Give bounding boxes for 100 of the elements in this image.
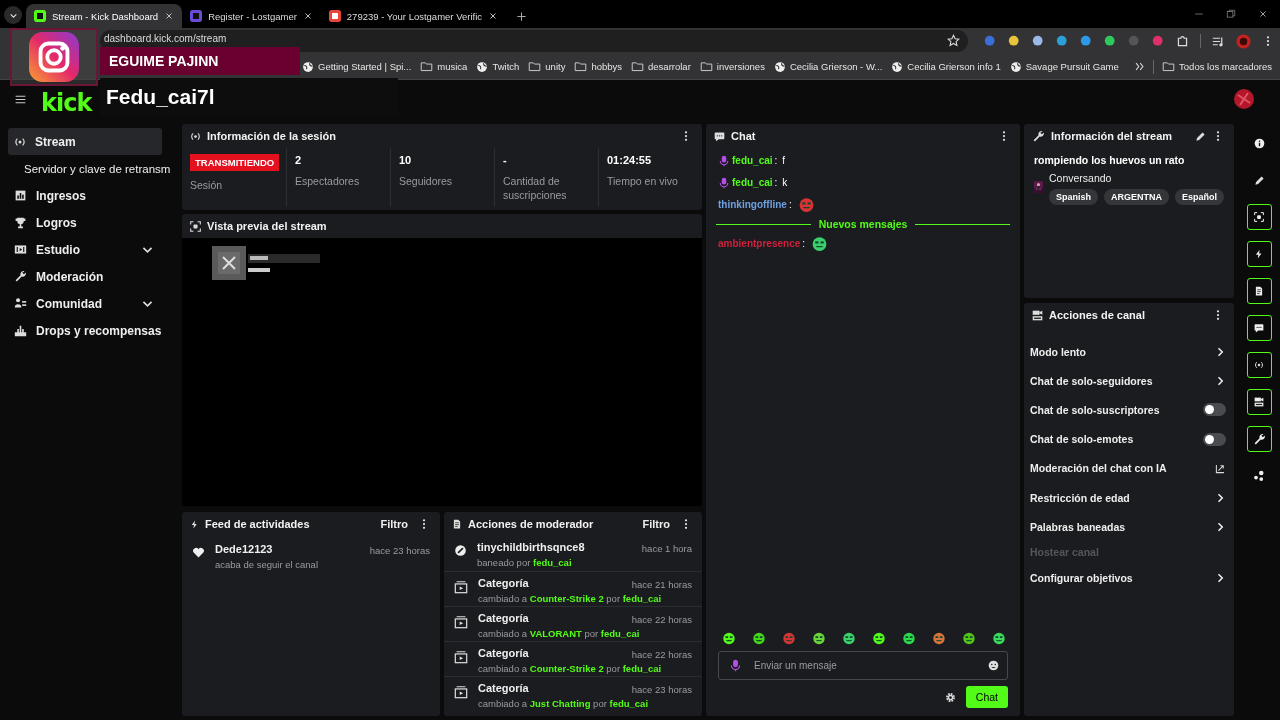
bookmark[interactable]: desarrolar bbox=[631, 60, 691, 73]
category-name[interactable]: Conversando bbox=[1048, 172, 1224, 184]
sidebar-item[interactable]: Stream bbox=[8, 128, 162, 155]
media-icon[interactable] bbox=[1212, 34, 1225, 48]
browser-tab[interactable]: Register - Lostgamer bbox=[182, 4, 321, 28]
sidebar-item[interactable]: Servidor y clave de retransm bbox=[8, 155, 178, 182]
bookmark[interactable]: Todos los marcadores bbox=[1162, 60, 1272, 73]
extension-icon[interactable] bbox=[1032, 34, 1045, 48]
sidebar-item[interactable]: Logros bbox=[8, 209, 162, 236]
emote-icon[interactable] bbox=[842, 631, 856, 645]
panel-title: Chat bbox=[731, 130, 756, 142]
pencil-icon[interactable] bbox=[1253, 174, 1265, 186]
emote-icon[interactable] bbox=[722, 631, 736, 645]
camera-logo-icon bbox=[29, 32, 79, 82]
bookmark[interactable]: Cecilia Grierson info 1 bbox=[891, 60, 1001, 73]
trophy-icon bbox=[14, 216, 27, 229]
bookmark[interactable]: Cecilia Grierson - W... bbox=[773, 60, 883, 73]
emote-icon[interactable] bbox=[992, 631, 1006, 645]
favicon-icon bbox=[34, 10, 46, 22]
filter-button[interactable]: Filtro bbox=[638, 516, 674, 532]
action-detail: cambiado a Counter-Strike 2 por fedu_cai bbox=[478, 663, 663, 674]
filter-button[interactable]: Filtro bbox=[376, 516, 412, 532]
sidebar-item[interactable]: Estudio bbox=[8, 236, 162, 263]
smiley-icon[interactable] bbox=[988, 660, 999, 671]
action-detail: cambiado a Counter-Strike 2 por fedu_cai bbox=[478, 593, 663, 604]
logo[interactable]: kick bbox=[41, 89, 92, 117]
wrench-icon bbox=[1032, 129, 1045, 143]
close-icon[interactable] bbox=[1258, 9, 1268, 19]
extension-icon[interactable] bbox=[1104, 34, 1117, 48]
sidebar-item[interactable]: Ingresos bbox=[8, 182, 162, 209]
extension-icon[interactable] bbox=[1056, 34, 1069, 48]
rail-button[interactable] bbox=[1246, 278, 1272, 304]
browser-tab[interactable]: Stream - Kick Dashboard bbox=[26, 4, 183, 28]
tag[interactable]: Spanish bbox=[1048, 189, 1098, 205]
avatar-icon[interactable] bbox=[1236, 33, 1251, 49]
star-icon[interactable] bbox=[947, 34, 960, 47]
screen-icon bbox=[190, 220, 201, 232]
settings-icon[interactable] bbox=[944, 691, 956, 703]
bookmark[interactable]: Savage Pursuit Game bbox=[1009, 60, 1119, 73]
rail-button[interactable] bbox=[1246, 241, 1272, 267]
emote-icon[interactable] bbox=[811, 235, 829, 252]
message-field[interactable]: Enviar un mensaje bbox=[752, 659, 978, 672]
rail-button[interactable] bbox=[1246, 426, 1272, 452]
action-title: tinychildbirthsqnce8 bbox=[477, 541, 585, 553]
emote-icon[interactable] bbox=[752, 631, 766, 645]
action-label[interactable]: Chat de solo-seguidores bbox=[1030, 374, 1153, 387]
tab-menu-button[interactable] bbox=[4, 6, 22, 24]
timestamp: hace 23 horas bbox=[631, 683, 692, 695]
timestamp: hace 21 horas bbox=[631, 578, 692, 590]
emote-icon[interactable] bbox=[932, 631, 946, 645]
bookmark[interactable]: unity bbox=[528, 60, 566, 73]
extension-icon[interactable] bbox=[1008, 34, 1021, 48]
action-label[interactable]: Configurar objetivos bbox=[1030, 571, 1133, 584]
bookmark[interactable]: musica bbox=[420, 60, 468, 73]
emote-icon[interactable] bbox=[812, 631, 826, 645]
separator: : bbox=[774, 155, 778, 166]
chevron-double-icon[interactable] bbox=[1134, 61, 1146, 72]
bookmark[interactable]: Getting Started | Spi... bbox=[302, 60, 412, 73]
rail-button[interactable] bbox=[1246, 315, 1272, 341]
rail-button[interactable] bbox=[1246, 389, 1272, 415]
action-label[interactable]: Modo lento bbox=[1030, 345, 1086, 358]
emote-icon[interactable] bbox=[872, 631, 886, 645]
gift-icon bbox=[14, 324, 27, 337]
action-label[interactable]: Chat de solo-suscriptores bbox=[1030, 403, 1160, 416]
address-bar[interactable]: dashboard.kick.com/stream bbox=[100, 30, 968, 52]
external-link-icon[interactable] bbox=[1215, 462, 1226, 474]
close-icon[interactable] bbox=[164, 11, 175, 21]
close-icon[interactable] bbox=[488, 11, 499, 21]
message-box[interactable]: Enviar un mensaje bbox=[718, 651, 1008, 680]
chat-username: fedu_cai bbox=[732, 155, 773, 166]
stat-label: Cantidad de suscripciones bbox=[503, 175, 568, 203]
lightning-icon bbox=[1254, 249, 1264, 259]
action-label[interactable]: Chat de solo-emotes bbox=[1030, 433, 1134, 446]
rail-button[interactable] bbox=[1246, 352, 1272, 378]
video-icon bbox=[454, 650, 468, 664]
tag[interactable]: ARGENTNA bbox=[1104, 189, 1169, 205]
toggle-switch[interactable] bbox=[1203, 432, 1226, 446]
avatar-icon[interactable] bbox=[1234, 89, 1254, 109]
action-label[interactable]: Moderación del chat con IA bbox=[1030, 462, 1167, 475]
pencil-icon[interactable] bbox=[1195, 130, 1206, 142]
emote-icon[interactable] bbox=[962, 631, 976, 645]
sidebar-item[interactable]: Drops y recompensas bbox=[8, 317, 162, 344]
rail-button[interactable] bbox=[1246, 204, 1272, 230]
close-icon[interactable] bbox=[302, 11, 313, 21]
bookmark[interactable]: Twitch bbox=[476, 60, 520, 73]
extensions-icon[interactable] bbox=[1176, 34, 1189, 48]
sidebar-item[interactable]: Moderación bbox=[8, 263, 162, 290]
send-button[interactable]: Chat bbox=[965, 686, 1008, 708]
bookmark[interactable]: hobbys bbox=[574, 60, 623, 73]
emote-icon[interactable] bbox=[902, 631, 916, 645]
action-label[interactable]: Restricción de edad bbox=[1030, 491, 1130, 504]
extension-icon[interactable] bbox=[1080, 34, 1093, 48]
plus-icon[interactable] bbox=[516, 11, 528, 22]
action-label[interactable]: Palabras baneadas bbox=[1030, 520, 1126, 533]
sidebar-item[interactable]: Comunidad bbox=[8, 290, 162, 317]
browser-tab[interactable]: 279239 - Your Lostgamer Verific bbox=[320, 4, 507, 28]
toggle-switch[interactable] bbox=[1203, 403, 1226, 417]
bookmark[interactable]: inversiones bbox=[699, 60, 765, 73]
restore-icon[interactable] bbox=[1226, 9, 1236, 19]
tag[interactable]: Español bbox=[1175, 189, 1224, 205]
